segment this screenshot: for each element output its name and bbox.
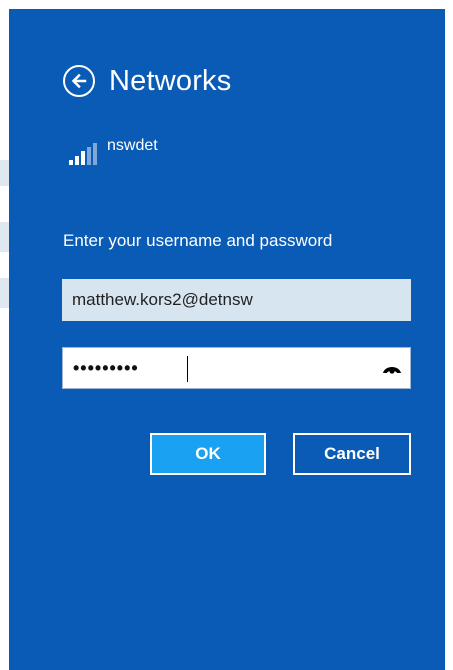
text-caret <box>187 356 188 382</box>
signal-bar <box>75 156 79 165</box>
password-field[interactable] <box>62 347 411 389</box>
network-name: nswdet <box>107 137 158 154</box>
cancel-button[interactable]: Cancel <box>293 433 411 475</box>
window-edge-mark <box>0 160 9 186</box>
username-input[interactable] <box>62 279 411 321</box>
reveal-password-icon[interactable] <box>374 348 410 388</box>
password-input[interactable] <box>63 348 374 388</box>
credentials-prompt: Enter your username and password <box>63 231 333 250</box>
panel-header: Networks <box>63 59 231 103</box>
window-edge-mark <box>0 278 9 308</box>
signal-bar <box>87 147 91 165</box>
signal-bar <box>69 160 73 165</box>
ok-button[interactable]: OK <box>150 433 266 475</box>
network-sign-in-panel: Networks nswdet Enter your username and … <box>9 9 445 670</box>
back-arrow-circle-icon[interactable] <box>63 65 95 97</box>
window-edge-mark <box>0 222 9 252</box>
signal-bar <box>81 151 85 165</box>
page-title: Networks <box>109 64 232 97</box>
wifi-signal-icon <box>69 143 97 165</box>
network-item: nswdet <box>69 137 158 165</box>
signal-bar <box>93 143 97 165</box>
